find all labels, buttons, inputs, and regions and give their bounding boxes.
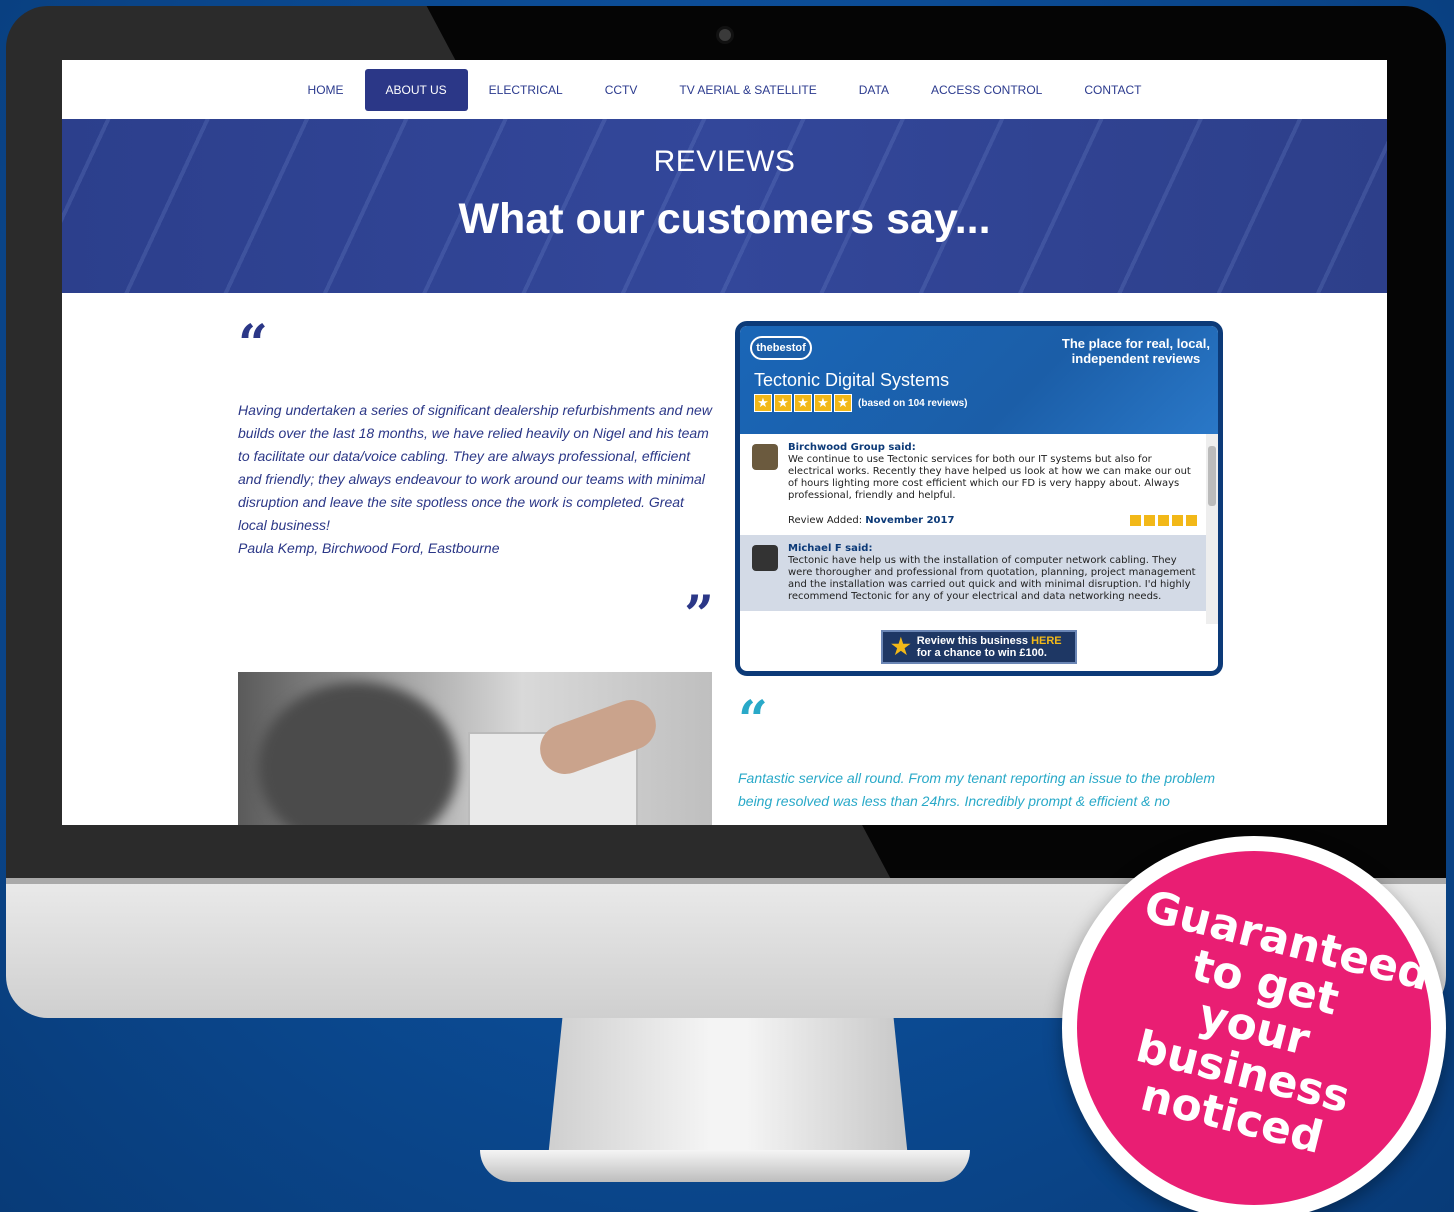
- review-list[interactable]: Birchwood Group said: We continue to use…: [740, 434, 1210, 624]
- monitor-stand: [548, 1018, 908, 1158]
- review-meta: Review Added: November 2017: [788, 514, 1198, 527]
- promo-badge: Guaranteed to get your business noticed: [1062, 836, 1446, 1212]
- review-text: Tectonic have help us with the installat…: [788, 555, 1196, 602]
- review-stars: [1129, 514, 1198, 527]
- widget-footer: ★ Review this business HERE for a chance …: [740, 623, 1218, 671]
- nav-data[interactable]: DATA: [838, 69, 910, 111]
- nav-contact[interactable]: CONTACT: [1063, 69, 1162, 111]
- star-icon: ★: [891, 634, 911, 659]
- reviewer-avatar: [752, 444, 778, 470]
- page-title: What our customers say...: [458, 195, 991, 243]
- badge-text: Guaranteed to get your business noticed: [1131, 880, 1435, 1164]
- review-scrollbar[interactable]: [1206, 434, 1218, 624]
- widget-tagline: The place for real, local, independent re…: [1061, 336, 1210, 366]
- testimonial-right: “ Fantastic service all round. From my t…: [738, 695, 1218, 813]
- monitor-base: [480, 1150, 970, 1182]
- thebestof-logo[interactable]: thebestof: [750, 336, 812, 360]
- star-icon: ★: [814, 394, 832, 412]
- nav-electrical[interactable]: ELECTRICAL: [468, 69, 584, 111]
- hero-kicker: REVIEWS: [653, 145, 796, 178]
- camera-icon: [716, 26, 734, 44]
- electrician-photo: [238, 672, 712, 825]
- widget-header: thebestof The place for real, local, inde…: [740, 326, 1218, 434]
- main-nav: HOME ABOUT US ELECTRICAL CCTV TV AERIAL …: [62, 60, 1387, 119]
- rating-note: (based on 104 reviews): [858, 397, 968, 409]
- review-item: Michael F said: Tectonic have help us wi…: [740, 535, 1210, 611]
- review-item: Birchwood Group said: We continue to use…: [740, 434, 1210, 535]
- open-quote-icon: “: [738, 690, 768, 751]
- hero-banner: REVIEWS What our customers say...: [62, 119, 1387, 293]
- nav-access-control[interactable]: ACCESS CONTROL: [910, 69, 1063, 111]
- close-quote-icon: ”: [684, 585, 714, 646]
- open-quote-icon: “: [238, 314, 268, 375]
- star-icon: ★: [794, 394, 812, 412]
- star-icon: ★: [754, 394, 772, 412]
- nav-home[interactable]: HOME: [287, 69, 365, 111]
- nav-about-us[interactable]: ABOUT US: [364, 68, 468, 111]
- star-icon: ★: [834, 394, 852, 412]
- review-text: We continue to use Tectonic services for…: [788, 454, 1191, 501]
- reviewer-name: Michael F said:: [788, 543, 873, 554]
- nav-tv-aerial-satellite[interactable]: TV AERIAL & SATELLITE: [658, 69, 837, 111]
- reviewer-name: Birchwood Group said:: [788, 442, 916, 453]
- rating-stars: ★ ★ ★ ★ ★ (based on 104 reviews): [754, 394, 968, 412]
- testimonial-left: “ Having undertaken a series of signific…: [238, 319, 714, 642]
- testimonial-text: Having undertaken a series of significan…: [238, 402, 712, 556]
- website-screen: HOME ABOUT US ELECTRICAL CCTV TV AERIAL …: [62, 60, 1387, 825]
- nav-cctv[interactable]: CCTV: [584, 69, 659, 111]
- reviewer-avatar: [752, 545, 778, 571]
- testimonial-author: Paula Kemp, Birchwood Ford, Eastbourne: [238, 540, 500, 556]
- star-icon: ★: [774, 394, 792, 412]
- testimonial-text: Fantastic service all round. From my ten…: [738, 770, 1215, 809]
- thebestof-review-widget: thebestof The place for real, local, inde…: [735, 321, 1223, 676]
- business-name[interactable]: Tectonic Digital Systems: [754, 370, 949, 391]
- review-this-business-button[interactable]: ★ Review this business HERE for a chance …: [881, 630, 1077, 664]
